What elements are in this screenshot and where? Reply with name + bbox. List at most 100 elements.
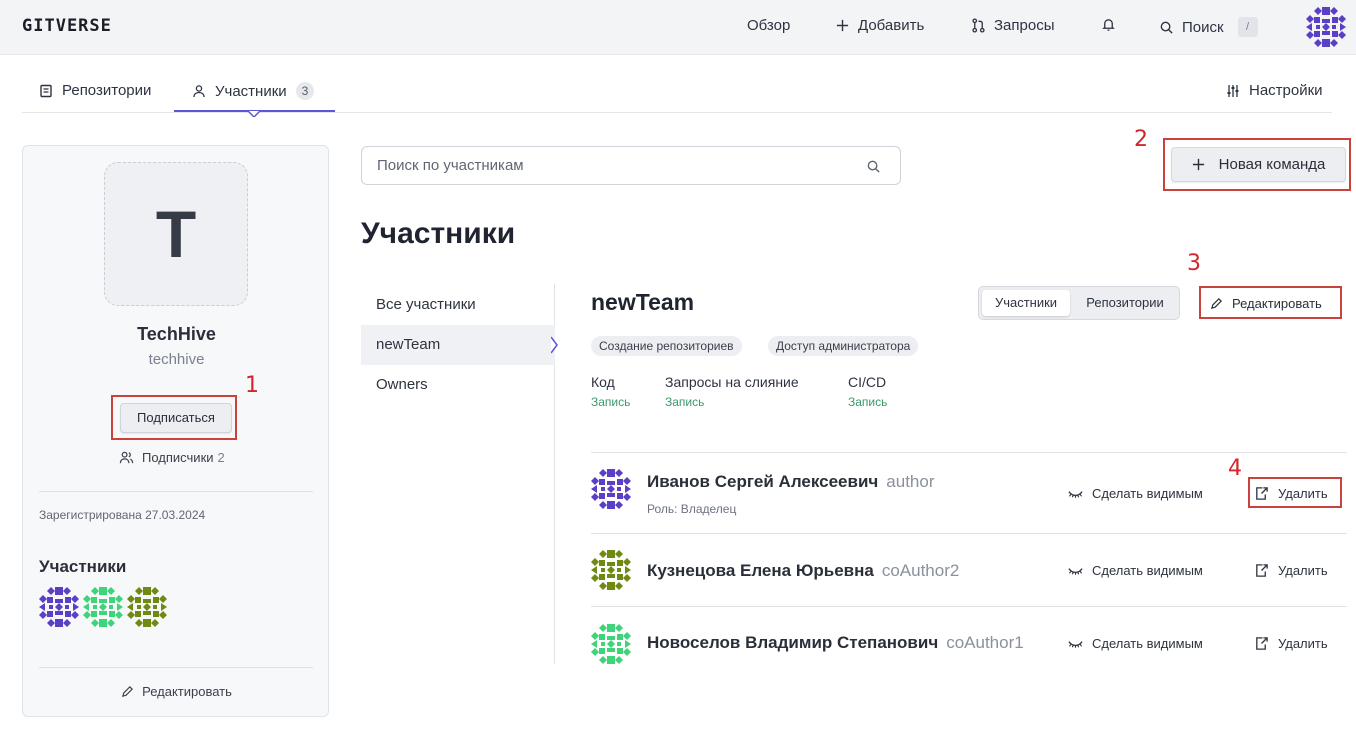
edit-profile-label: Редактировать (142, 684, 232, 699)
eye-closed-icon (1068, 641, 1083, 648)
org-handle: techhive (148, 351, 205, 368)
permission-code: Код Запись (591, 374, 630, 409)
make-visible-label: Сделать видимым (1092, 486, 1203, 501)
member-avatar[interactable] (591, 469, 631, 509)
member-avatar[interactable] (39, 587, 79, 627)
team-name: newTeam (591, 289, 695, 315)
member-full-name: Кузнецова Елена Юрьевна (647, 561, 874, 580)
exit-icon (1256, 564, 1268, 577)
tab-settings-label: Настройки (1249, 82, 1323, 99)
nav-add-label: Добавить (858, 17, 925, 34)
member-role: Роль: Владелец (647, 502, 737, 516)
member-login: coAuthor2 (881, 561, 960, 580)
nav-search[interactable]: Поиск / (1159, 17, 1258, 37)
team-item-newteam[interactable]: newTeam (361, 325, 555, 365)
member-full-name: Новоселов Владимир Степанович (647, 633, 939, 652)
member-avatar[interactable] (591, 624, 631, 664)
divider (39, 491, 313, 492)
permission-label: CI/CD (848, 374, 887, 390)
member-name[interactable]: Кузнецова Елена Юрьевна coAuthor2 (647, 561, 959, 581)
make-visible-label: Сделать видимым (1092, 563, 1203, 578)
annotation-number-3: 3 (1187, 251, 1201, 276)
team-view-switch: Участники Репозитории (978, 286, 1180, 320)
remove-member-button[interactable]: Удалить (1254, 563, 1328, 578)
permission-badge: Доступ администратора (768, 336, 919, 356)
member-name[interactable]: Новоселов Владимир Степанович coAuthor1 (647, 633, 1024, 653)
permission-label: Запросы на слияние (665, 374, 799, 390)
annotation-number-1: 1 (245, 373, 259, 398)
make-visible-button[interactable]: Сделать видимым (1068, 563, 1203, 578)
make-visible-label: Сделать видимым (1092, 636, 1203, 651)
remove-member-label: Удалить (1278, 636, 1328, 651)
annotation-box-4 (1248, 477, 1342, 508)
page-title: Участники (361, 217, 516, 250)
team-list: Все участники newTeam Owners (361, 284, 558, 664)
search-shortcut-key: / (1237, 17, 1258, 37)
tab-repositories[interactable]: Репозитории (39, 82, 151, 99)
members-section-title: Участники (39, 557, 127, 576)
permission-value: Запись (848, 395, 888, 409)
nav-overview-label: Обзор (747, 17, 791, 34)
member-avatars (39, 587, 167, 627)
nav-requests-label: Запросы (994, 17, 1055, 34)
nav-overview[interactable]: Обзор (747, 17, 790, 34)
person-icon (193, 85, 205, 98)
permission-value: Запись (665, 395, 705, 409)
member-row: Новоселов Владимир Степанович coAuthor1 С… (591, 606, 1347, 666)
active-team-caret (551, 336, 558, 354)
gitverse-logo[interactable]: GITVERSE (22, 16, 112, 36)
registration-date: Зарегистрирована 27.03.2024 (39, 508, 206, 522)
pull-request-icon (972, 18, 985, 33)
book-icon (40, 84, 52, 97)
org-tabs: Репозитории Участники 3 Настройки (22, 70, 1332, 117)
remove-member-label: Удалить (1278, 563, 1328, 578)
permission-merge-requests: Запросы на слияние Запись (665, 374, 799, 409)
team-item-owners[interactable]: Owners (361, 365, 555, 405)
member-name[interactable]: Иванов Сергей Алексеевич author (647, 472, 934, 492)
tab-members-label: Участники (215, 82, 287, 100)
annotation-number-2: 2 (1134, 127, 1148, 152)
notifications-button[interactable] (1101, 17, 1116, 32)
org-avatar: T (104, 162, 248, 306)
make-visible-button[interactable]: Сделать видимым (1068, 486, 1203, 501)
remove-member-button[interactable]: Удалить (1254, 636, 1328, 651)
member-row: Кузнецова Елена Юрьевна coAuthor2 Сделать… (591, 533, 1347, 614)
pencil-icon (122, 686, 134, 698)
annotation-box-2 (1163, 138, 1351, 191)
tab-repositories-label: Репозитории (62, 82, 152, 99)
members-count-badge: 3 (295, 82, 315, 100)
eye-closed-icon (1068, 491, 1083, 498)
member-avatar[interactable] (127, 587, 167, 627)
people-icon (119, 451, 134, 464)
divider (39, 667, 313, 668)
nav-requests[interactable]: Запросы (971, 17, 1055, 34)
edit-profile-button[interactable]: Редактировать (23, 684, 330, 699)
eye-closed-icon (1068, 568, 1083, 575)
followers-count: 2 (217, 450, 225, 465)
annotation-box-1 (111, 395, 237, 440)
tab-settings[interactable]: Настройки (1226, 82, 1323, 99)
team-item-all[interactable]: Все участники (361, 285, 555, 325)
segment-repositories[interactable]: Репозитории (1072, 290, 1178, 316)
nav-add[interactable]: Добавить (835, 17, 924, 34)
segment-members[interactable]: Участники (982, 290, 1070, 316)
search-icon[interactable] (866, 159, 881, 174)
tab-members[interactable]: Участники 3 (192, 82, 315, 100)
followers-link[interactable]: Подписчики 2 (119, 450, 225, 465)
org-name: TechHive (137, 324, 216, 344)
member-login: author (886, 472, 935, 491)
member-search[interactable] (361, 146, 901, 185)
permission-badge: Создание репозиториев (591, 336, 742, 356)
annotation-number-4: 4 (1228, 456, 1242, 481)
permission-value: Запись (591, 395, 631, 409)
member-avatar[interactable] (591, 550, 631, 590)
member-search-input[interactable] (377, 157, 857, 174)
user-avatar[interactable] (1306, 7, 1346, 47)
member-avatar[interactable] (83, 587, 123, 627)
top-navigation-bar: GITVERSE Обзор Добавить Запросы Поиск / (0, 0, 1356, 55)
member-full-name: Иванов Сергей Алексеевич (647, 472, 879, 491)
exit-icon (1256, 637, 1268, 650)
permission-cicd: CI/CD Запись (848, 374, 887, 409)
permission-label: Код (591, 374, 615, 390)
make-visible-button[interactable]: Сделать видимым (1068, 636, 1203, 651)
